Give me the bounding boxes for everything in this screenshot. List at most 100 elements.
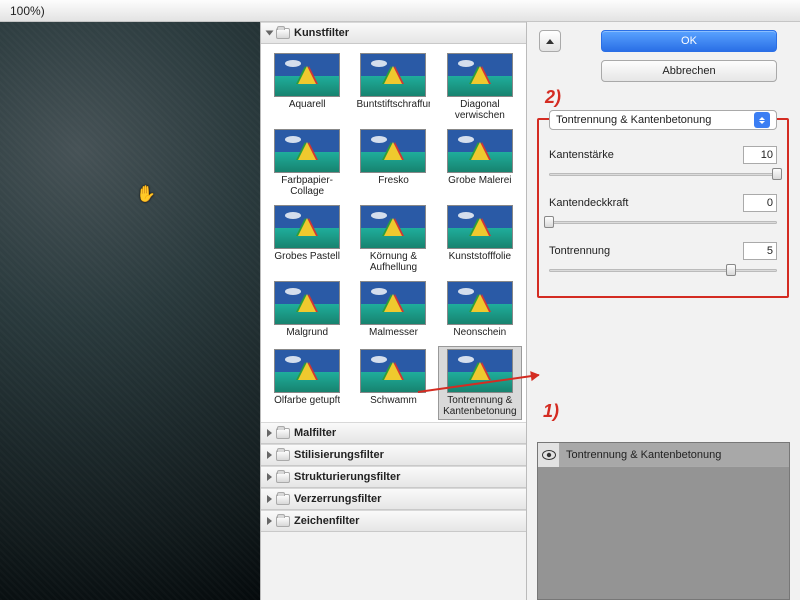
filter-thumb-k-rnung-aufhellung[interactable]: Körnung & Aufhellung — [351, 202, 435, 276]
thumbnail-label: Neonschein — [453, 327, 506, 338]
zoom-level: 100%) — [10, 4, 45, 18]
thumbnail-image — [447, 205, 513, 249]
thumbnail-label: Schwamm — [370, 395, 417, 406]
param-slider[interactable] — [549, 216, 777, 230]
filter-thumb-diagonal-verwischen[interactable]: Diagonal verwischen — [438, 50, 522, 124]
disclosure-down-icon — [266, 31, 274, 36]
disclosure-right-icon — [267, 473, 272, 481]
category-malfilter-header[interactable]: Malfilter — [261, 422, 526, 444]
thumbnail-image — [360, 129, 426, 173]
thumbnail-image — [274, 281, 340, 325]
window-titlebar: 100%) — [0, 0, 800, 22]
filter-thumb-aquarell[interactable]: Aquarell — [265, 50, 349, 124]
thumbnail-label: Tontrennung & Kantenbetonung — [443, 395, 517, 417]
thumbnail-image — [360, 205, 426, 249]
category-stilisierungsfilter-header[interactable]: Stilisierungsfilter — [261, 444, 526, 466]
category-label: Kunstfilter — [294, 27, 349, 39]
param-kantendeckkraft: Kantendeckkraft — [549, 194, 777, 230]
slider-track — [549, 221, 777, 224]
filter-gallery-panel: Kunstfilter AquarellBuntstiftschraffur Di… — [260, 22, 527, 600]
thumbnail-label: Grobe Malerei — [448, 175, 511, 186]
thumbnail-label: Kunststofffolie — [449, 251, 511, 262]
visibility-toggle[interactable] — [538, 443, 560, 467]
thumbnail-label: Fresko — [378, 175, 409, 186]
folder-icon — [276, 516, 290, 527]
disclosure-right-icon — [267, 517, 272, 525]
filter-thumbnail-grid: AquarellBuntstiftschraffur Diagonal verwi… — [261, 44, 526, 422]
preview-canvas — [0, 0, 260, 600]
filter-select[interactable]: Tontrennung & Kantenbetonung — [549, 110, 777, 130]
folder-icon — [276, 472, 290, 483]
thumbnail-image — [360, 281, 426, 325]
thumbnail-label: Grobes Pastell — [274, 251, 340, 262]
thumbnail-image — [274, 349, 340, 393]
thumbnail-label: Körnung & Aufhellung — [356, 251, 430, 273]
thumbnail-image — [360, 53, 426, 97]
eye-icon — [542, 450, 556, 460]
slider-track — [549, 269, 777, 272]
folder-icon — [276, 28, 290, 39]
param-kantenst-rke: Kantenstärke — [549, 146, 777, 182]
thumbnail-image — [447, 281, 513, 325]
annotation-2: 2) — [545, 88, 561, 106]
ok-button[interactable]: OK — [601, 30, 777, 52]
category-label: Zeichenfilter — [294, 515, 359, 527]
filter-parameters-group: Tontrennung & Kantenbetonung Kantenstärk… — [537, 118, 789, 298]
thumbnail-image — [274, 205, 340, 249]
filter-thumb-schwamm[interactable]: Schwamm — [351, 346, 435, 420]
param-tontrennung: Tontrennung — [549, 242, 777, 278]
thumbnail-image — [360, 349, 426, 393]
category-strukturierungsfilter-header[interactable]: Strukturierungsfilter — [261, 466, 526, 488]
filter-thumb-kunststofffolie[interactable]: Kunststofffolie — [438, 202, 522, 276]
slider-track — [549, 173, 777, 176]
slider-thumb[interactable] — [772, 168, 782, 180]
effect-layer-stack: Tontrennung & Kantenbetonung — [537, 442, 790, 600]
filter-thumb-malgrund[interactable]: Malgrund — [265, 278, 349, 344]
filter-thumb--lfarbe-getupft[interactable]: Ölfarbe getupft — [265, 346, 349, 420]
category-label: Verzerrungsfilter — [294, 493, 381, 505]
slider-thumb[interactable] — [726, 264, 736, 276]
cancel-button[interactable]: Abbrechen — [601, 60, 777, 82]
category-verzerrungsfilter-header[interactable]: Verzerrungsfilter — [261, 488, 526, 510]
disclosure-right-icon — [267, 495, 272, 503]
filter-thumb-neonschein[interactable]: Neonschein — [438, 278, 522, 344]
disclosure-right-icon — [267, 429, 272, 437]
filter-settings-panel: OK Abbrechen 2) Tontrennung & Kantenbeto… — [527, 22, 800, 600]
param-slider[interactable] — [549, 264, 777, 278]
chevron-up-icon — [546, 39, 554, 44]
thumbnail-image — [274, 53, 340, 97]
thumbnail-label: Ölfarbe getupft — [274, 395, 340, 406]
filter-thumb-farbpapier-collage[interactable]: Farbpapier-Collage — [265, 126, 349, 200]
filter-thumb-malmesser[interactable]: Malmesser — [351, 278, 435, 344]
category-label: Malfilter — [294, 427, 336, 439]
category-label: Strukturierungsfilter — [294, 471, 400, 483]
folder-icon — [276, 428, 290, 439]
category-kunstfilter-header[interactable]: Kunstfilter — [261, 22, 526, 44]
category-zeichenfilter-header[interactable]: Zeichenfilter — [261, 510, 526, 532]
disclosure-right-icon — [267, 451, 272, 459]
filter-thumb-grobes-pastell[interactable]: Grobes Pastell — [265, 202, 349, 276]
param-slider[interactable] — [549, 168, 777, 182]
slider-thumb[interactable] — [544, 216, 554, 228]
collapse-button[interactable] — [539, 30, 561, 52]
filter-thumb-grobe-malerei[interactable]: Grobe Malerei — [438, 126, 522, 200]
thumbnail-image — [274, 129, 340, 173]
folder-icon — [276, 494, 290, 505]
thumbnail-label: Malmesser — [369, 327, 418, 338]
param-label: Tontrennung — [549, 245, 610, 257]
thumbnail-label: Farbpapier-Collage — [270, 175, 344, 197]
param-value-input[interactable] — [743, 242, 777, 260]
thumbnail-label: Malgrund — [286, 327, 328, 338]
effect-layer-row[interactable]: Tontrennung & Kantenbetonung — [538, 443, 789, 467]
filter-select-label: Tontrennung & Kantenbetonung — [556, 114, 711, 126]
category-label: Stilisierungsfilter — [294, 449, 384, 461]
filter-thumb-buntstiftschraffur[interactable]: Buntstiftschraffur — [351, 50, 435, 124]
filter-thumb-fresko[interactable]: Fresko — [351, 126, 435, 200]
effect-layer-label: Tontrennung & Kantenbetonung — [560, 443, 789, 466]
thumbnail-label: Diagonal verwischen — [443, 99, 517, 121]
param-value-input[interactable] — [743, 146, 777, 164]
param-value-input[interactable] — [743, 194, 777, 212]
folder-icon — [276, 450, 290, 461]
thumbnail-image — [447, 53, 513, 97]
thumbnail-image — [447, 129, 513, 173]
